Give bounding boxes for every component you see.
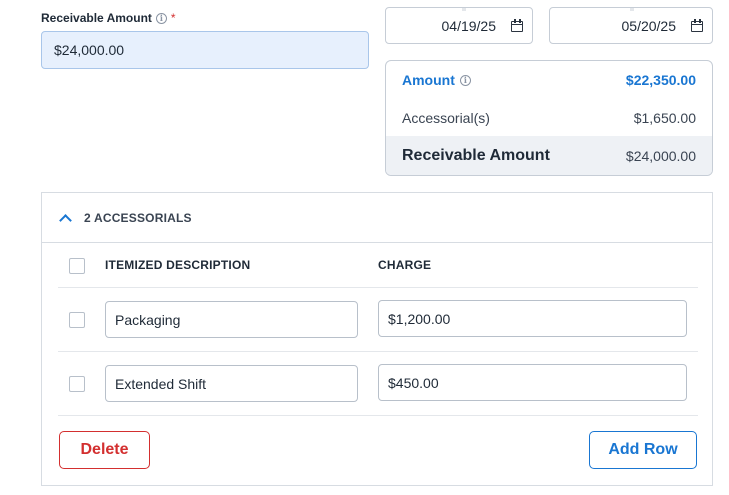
description-input[interactable] [105,365,358,402]
start-date-value: 04/19/25 [441,17,497,34]
calendar-icon[interactable] [690,18,704,33]
delete-button[interactable]: Delete [59,431,150,469]
summary-accessorials-row: Accessorial(s) $1,650.00 [386,99,712,137]
charge-input[interactable] [378,364,687,401]
summary-amount-row: Amount i $22,350.00 [386,61,712,99]
receivable-amount-label: Receivable Amount i * [41,11,176,25]
divider [58,351,698,352]
summary-amount-value: $22,350.00 [625,72,696,88]
divider [58,415,698,416]
end-date-value: 05/20/25 [621,17,677,34]
divider [58,287,698,288]
end-date-field[interactable]: 05/20/25 [549,7,713,44]
summary-accessorials-label: Accessorial(s) [402,110,490,126]
select-all-checkbox[interactable] [69,258,85,274]
required-marker: * [170,11,176,25]
accessorials-panel-title: 2 ACCESSORIALS [84,210,192,225]
amount-summary-card: Amount i $22,350.00 Accessorial(s) $1,65… [385,60,713,176]
column-header-description: ITEMIZED DESCRIPTION [105,258,251,272]
receivable-amount-input[interactable] [41,31,369,69]
accessorials-panel: 2 ACCESSORIALS ITEMIZED DESCRIPTION CHAR… [41,192,713,486]
row-checkbox[interactable] [69,312,85,328]
info-icon[interactable]: i [459,74,471,86]
summary-amount-label: Amount i [402,72,471,88]
column-header-charge: CHARGE [378,258,432,272]
summary-receivable-label: Receivable Amount [402,147,550,164]
label-tick [630,8,634,11]
accessorials-panel-header[interactable]: 2 ACCESSORIALS [42,193,712,243]
summary-receivable-row: Receivable Amount $24,000.00 [386,136,712,175]
label-tick [462,8,466,11]
row-checkbox[interactable] [69,376,85,392]
info-icon[interactable]: i [155,12,167,24]
summary-receivable-value: $24,000.00 [625,148,696,164]
calendar-icon[interactable] [510,18,524,33]
charge-input[interactable] [378,300,687,337]
summary-accessorials-value: $1,650.00 [633,110,696,126]
add-row-button[interactable]: Add Row [589,431,697,469]
chevron-up-icon[interactable] [58,211,72,225]
description-input[interactable] [105,301,358,338]
start-date-field[interactable]: 04/19/25 [385,7,533,44]
